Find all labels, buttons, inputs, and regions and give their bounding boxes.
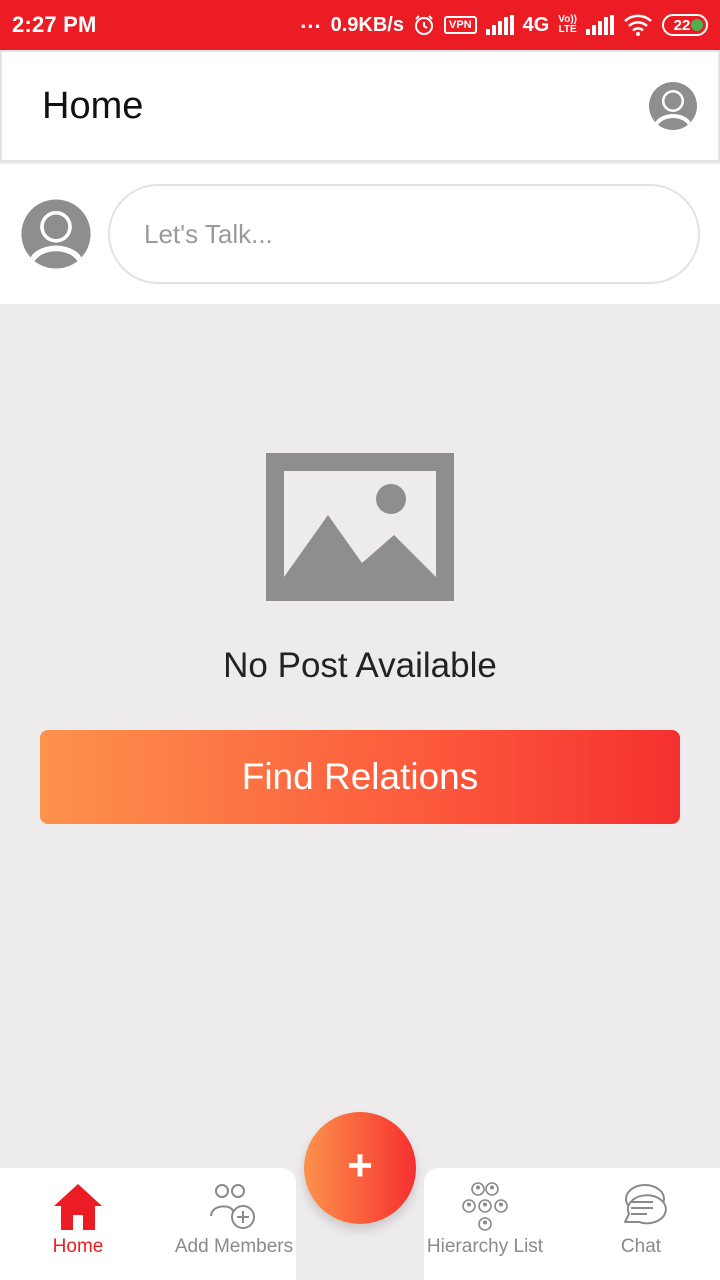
nav-item-hierarchy-list[interactable]: Hierarchy List: [405, 1182, 565, 1258]
no-post-message: No Post Available: [223, 646, 497, 685]
page-title: Home: [42, 84, 144, 127]
status-time: 2:27 PM: [12, 12, 97, 37]
volte-bottom: LTE: [558, 24, 577, 35]
lets-talk-input[interactable]: [108, 184, 700, 284]
image-placeholder-icon: [266, 453, 454, 601]
signal-icon: [586, 15, 614, 35]
network-type: 4G: [522, 13, 550, 36]
nav-item-chat[interactable]: Chat: [561, 1182, 720, 1258]
nav-item-home[interactable]: Home: [0, 1182, 158, 1258]
status-bar: 2:27 PM ... 0.9KB/s VPN 4G Vo)) LTE 22: [0, 0, 720, 50]
plus-icon: +: [347, 1141, 373, 1190]
find-relations-button[interactable]: Find Relations: [40, 730, 680, 824]
user-avatar-icon[interactable]: [20, 198, 92, 270]
home-icon: [54, 1184, 102, 1230]
add-post-fab[interactable]: +: [304, 1112, 416, 1224]
chat-icon: [624, 1184, 667, 1225]
wifi-icon: [623, 14, 653, 36]
nav-label-hierarchy-list: Hierarchy List: [426, 1236, 544, 1257]
nav-label-home: Home: [52, 1236, 104, 1257]
vpn-icon: VPN: [443, 16, 477, 34]
nav-item-add-members[interactable]: Add Members: [154, 1182, 314, 1258]
status-icons: ... 0.9KB/s VPN 4G Vo)) LTE 22: [300, 10, 708, 37]
battery-icon: 22: [662, 14, 708, 36]
nav-label-chat: Chat: [620, 1236, 662, 1257]
add-members-icon: [210, 1184, 255, 1229]
alarm-icon: [413, 14, 435, 36]
app-bar: Home: [0, 50, 720, 162]
status-dots: ...: [300, 8, 322, 33]
profile-avatar-icon[interactable]: [648, 81, 698, 131]
post-composer: [0, 164, 720, 304]
hierarchy-icon: [462, 1182, 508, 1231]
battery-level: 22: [673, 16, 691, 34]
signal-icon: [485, 15, 514, 35]
nav-label-add-members: Add Members: [174, 1236, 294, 1257]
volte-icon: Vo)) LTE: [558, 15, 577, 35]
network-speed: 0.9KB/s: [330, 13, 404, 36]
